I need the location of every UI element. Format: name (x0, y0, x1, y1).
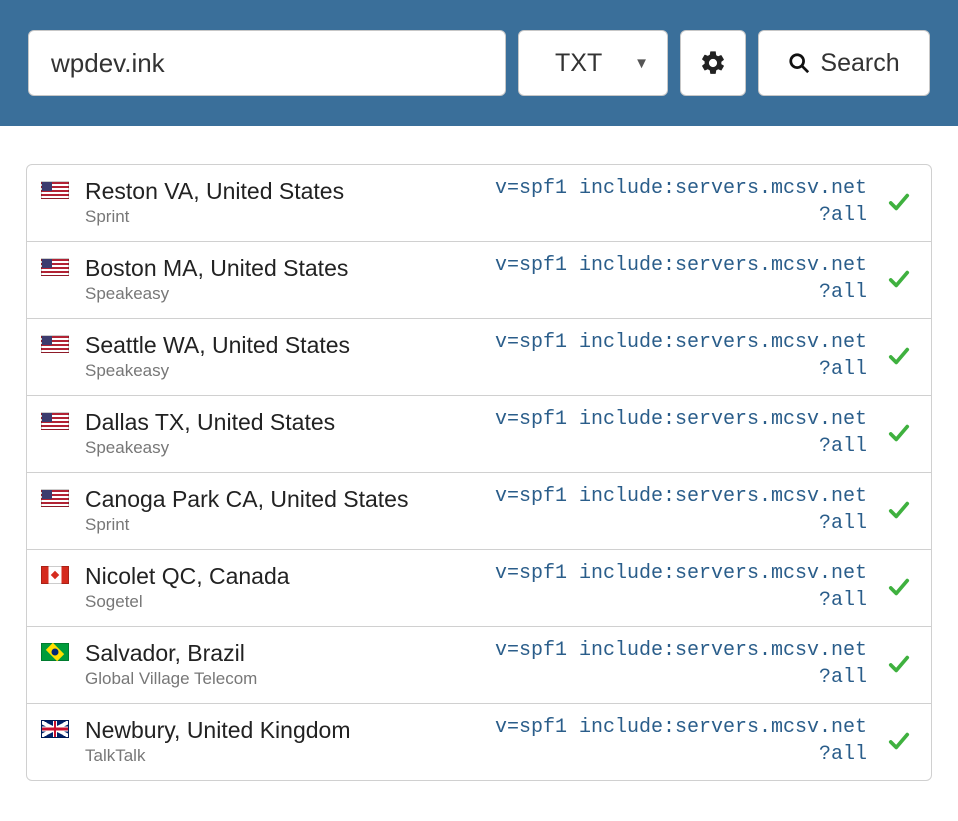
result-row[interactable]: Dallas TX, United StatesSpeakeasyv=spf1 … (27, 396, 931, 473)
location-column: Reston VA, United StatesSprint (85, 177, 485, 227)
location-name: Seattle WA, United States (85, 331, 485, 360)
record-type-value: TXT (555, 49, 602, 78)
txt-record: v=spf1 include:servers.mcsv.net ?all (485, 406, 881, 460)
flag-icon (41, 720, 69, 738)
result-row[interactable]: Salvador, BrazilGlobal Village Telecomv=… (27, 627, 931, 704)
isp-name: Sogetel (85, 592, 485, 612)
results-card: Reston VA, United StatesSprintv=spf1 inc… (26, 164, 932, 781)
flag-icon (41, 258, 69, 276)
isp-name: Sprint (85, 515, 485, 535)
domain-input[interactable] (28, 30, 506, 96)
location-column: Canoga Park CA, United StatesSprint (85, 485, 485, 535)
status-column (881, 345, 917, 367)
location-name: Nicolet QC, Canada (85, 562, 485, 591)
flag-icon (41, 335, 69, 353)
result-row[interactable]: Canoga Park CA, United StatesSprintv=spf… (27, 473, 931, 550)
isp-name: Speakeasy (85, 438, 485, 458)
location-column: Dallas TX, United StatesSpeakeasy (85, 408, 485, 458)
isp-name: TalkTalk (85, 746, 485, 766)
location-column: Newbury, United KingdomTalkTalk (85, 716, 485, 766)
check-icon (886, 653, 912, 675)
status-column (881, 499, 917, 521)
check-icon (886, 499, 912, 521)
settings-button[interactable] (680, 30, 746, 96)
status-column (881, 576, 917, 598)
txt-record: v=spf1 include:servers.mcsv.net ?all (485, 175, 881, 229)
isp-name: Global Village Telecom (85, 669, 485, 689)
search-header: TXT ▼ Search (0, 0, 958, 126)
isp-name: Speakeasy (85, 284, 485, 304)
check-icon (886, 730, 912, 752)
txt-record: v=spf1 include:servers.mcsv.net ?all (485, 714, 881, 768)
location-name: Reston VA, United States (85, 177, 485, 206)
gear-icon (699, 49, 727, 77)
check-icon (886, 191, 912, 213)
txt-record: v=spf1 include:servers.mcsv.net ?all (485, 560, 881, 614)
check-icon (886, 576, 912, 598)
result-row[interactable]: Newbury, United KingdomTalkTalkv=spf1 in… (27, 704, 931, 780)
status-column (881, 730, 917, 752)
chevron-down-icon: ▼ (634, 55, 649, 72)
location-name: Boston MA, United States (85, 254, 485, 283)
check-icon (886, 268, 912, 290)
check-icon (886, 345, 912, 367)
result-row[interactable]: Boston MA, United StatesSpeakeasyv=spf1 … (27, 242, 931, 319)
isp-name: Sprint (85, 207, 485, 227)
check-icon (886, 422, 912, 444)
record-type-select[interactable]: TXT ▼ (518, 30, 668, 96)
status-column (881, 422, 917, 444)
search-button[interactable]: Search (758, 30, 930, 96)
flag-icon (41, 643, 69, 661)
location-name: Canoga Park CA, United States (85, 485, 485, 514)
result-row[interactable]: Seattle WA, United StatesSpeakeasyv=spf1… (27, 319, 931, 396)
txt-record: v=spf1 include:servers.mcsv.net ?all (485, 637, 881, 691)
status-column (881, 191, 917, 213)
location-column: Seattle WA, United StatesSpeakeasy (85, 331, 485, 381)
location-column: Salvador, BrazilGlobal Village Telecom (85, 639, 485, 689)
search-icon (788, 52, 810, 74)
status-column (881, 653, 917, 675)
location-name: Salvador, Brazil (85, 639, 485, 668)
txt-record: v=spf1 include:servers.mcsv.net ?all (485, 329, 881, 383)
results-container: Reston VA, United StatesSprintv=spf1 inc… (0, 126, 958, 781)
status-column (881, 268, 917, 290)
txt-record: v=spf1 include:servers.mcsv.net ?all (485, 483, 881, 537)
location-name: Dallas TX, United States (85, 408, 485, 437)
location-column: Boston MA, United StatesSpeakeasy (85, 254, 485, 304)
isp-name: Speakeasy (85, 361, 485, 381)
flag-icon (41, 181, 69, 199)
flag-icon (41, 489, 69, 507)
location-name: Newbury, United Kingdom (85, 716, 485, 745)
flag-icon (41, 566, 69, 584)
location-column: Nicolet QC, CanadaSogetel (85, 562, 485, 612)
search-button-label: Search (820, 49, 899, 78)
txt-record: v=spf1 include:servers.mcsv.net ?all (485, 252, 881, 306)
result-row[interactable]: Reston VA, United StatesSprintv=spf1 inc… (27, 165, 931, 242)
flag-icon (41, 412, 69, 430)
result-row[interactable]: Nicolet QC, CanadaSogetelv=spf1 include:… (27, 550, 931, 627)
